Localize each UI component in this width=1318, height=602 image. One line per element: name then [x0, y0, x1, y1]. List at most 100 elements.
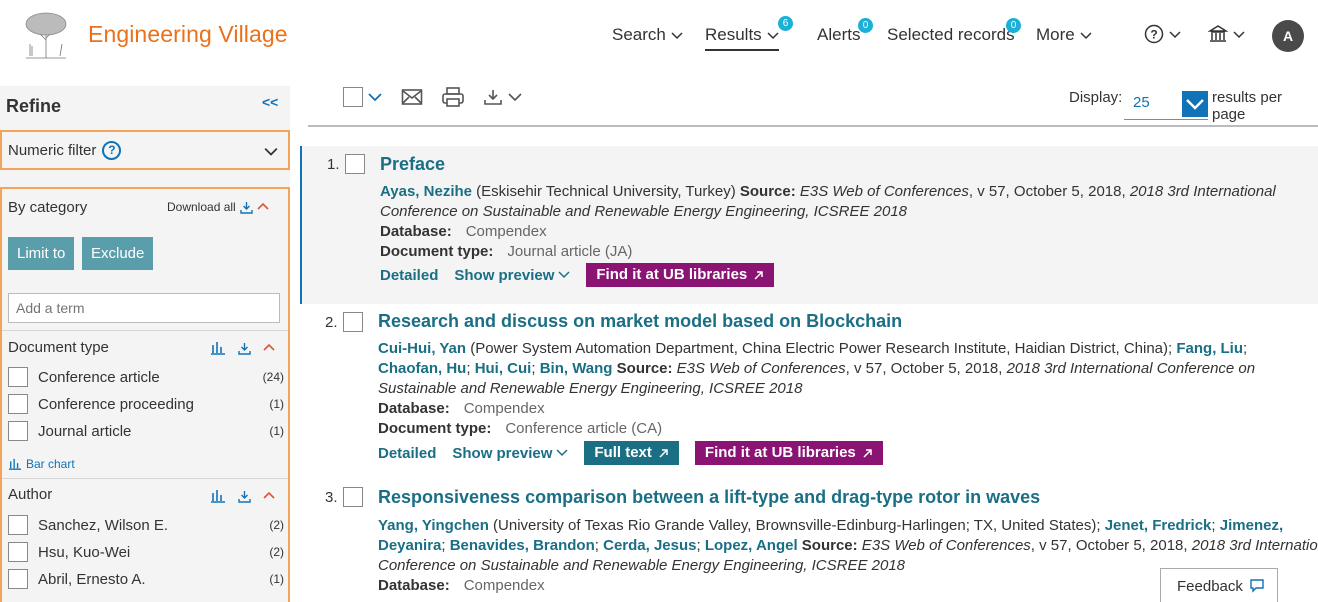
checkbox[interactable] [8, 542, 28, 562]
external-link-icon [754, 270, 763, 280]
result-title[interactable]: Responsiveness comparison between a lift… [378, 487, 1040, 508]
result-checkbox[interactable] [345, 154, 365, 174]
feedback-button[interactable]: Feedback [1160, 568, 1278, 602]
author-link[interactable]: Fang, Liu [1176, 340, 1243, 357]
nav-more[interactable]: More [1036, 25, 1092, 45]
author-link[interactable]: Cui-Hui, Yan [378, 340, 466, 357]
show-preview-link[interactable]: Show preview [454, 267, 570, 284]
help-icon[interactable]: ? [102, 141, 122, 160]
author-link[interactable]: Cerda, Jesus [603, 537, 696, 554]
author-link[interactable]: Yang, Yingchen [378, 517, 489, 534]
exclude-button[interactable]: Exclude [82, 237, 154, 270]
chevron-up-icon[interactable] [263, 490, 275, 502]
facet-option-label: Hsu, Kuo-Wei [38, 543, 131, 561]
email-icon[interactable] [401, 88, 423, 106]
help-menu[interactable]: ? [1144, 24, 1181, 44]
nav-selected-records[interactable]: Selected records [887, 25, 1015, 45]
limit-to-button[interactable]: Limit to [8, 237, 75, 270]
add-term-input[interactable] [8, 293, 280, 323]
author-link[interactable]: Ayas, Nezihe [380, 183, 472, 200]
journal-name: E3S Web of Conferences [857, 537, 1031, 554]
database-row: Database: Compendex [378, 577, 545, 594]
user-avatar[interactable]: A [1272, 20, 1304, 52]
result-item: 2. Research and discuss on market model … [300, 304, 1318, 469]
results-per-page-select[interactable]: 25 [1124, 88, 1208, 120]
result-citation-cont: Deyanira; Benavides, Brandon; Cerda, Jes… [378, 536, 1318, 556]
dropdown-button[interactable] [1182, 91, 1208, 117]
download-icon [484, 90, 502, 105]
numeric-filter-panel[interactable]: Numeric filter ? [0, 130, 290, 170]
chevron-down-icon [508, 93, 522, 102]
source-label: Source: [739, 183, 796, 200]
download-icon[interactable] [238, 490, 251, 503]
bar-chart-link[interactable]: Bar chart [8, 457, 75, 471]
download-all-link[interactable]: Download all [167, 200, 269, 214]
author-link[interactable]: Lopez, Angel [705, 537, 798, 554]
full-text-label: Full text [594, 444, 652, 461]
facet-option[interactable]: Journal article (1) [8, 420, 284, 442]
result-title[interactable]: Research and discuss on market model bas… [378, 311, 902, 332]
database-row: Database: Compendex [380, 223, 547, 240]
facet-option[interactable]: Conference proceeding (1) [8, 393, 284, 415]
elsevier-tree-logo[interactable] [18, 10, 74, 60]
affiliation: (Eskisehir Technical University, Turkey) [472, 183, 740, 200]
author-link[interactable]: Deyanira [378, 537, 441, 554]
full-text-button[interactable]: Full text [584, 441, 679, 465]
nav-results[interactable]: Results [705, 25, 779, 51]
author-link[interactable]: Bin, Wang [540, 360, 613, 377]
doctype-value: Conference article (CA) [505, 420, 663, 437]
divider [308, 125, 1318, 127]
detailed-link[interactable]: Detailed [380, 267, 438, 284]
checkbox[interactable] [8, 515, 28, 535]
select-all-checkbox[interactable] [343, 87, 363, 107]
bar-chart-icon[interactable] [210, 341, 226, 355]
find-at-library-button[interactable]: Find it at UB libraries [586, 263, 775, 287]
chevron-up-icon[interactable] [263, 342, 275, 354]
detailed-link[interactable]: Detailed [378, 445, 436, 462]
result-checkbox[interactable] [343, 487, 363, 507]
result-checkbox[interactable] [343, 312, 363, 332]
checkbox[interactable] [8, 367, 28, 387]
nav-search[interactable]: Search [612, 25, 683, 45]
result-title[interactable]: Preface [380, 154, 445, 175]
checkbox[interactable] [8, 569, 28, 589]
facet-option[interactable]: Abril, Ernesto A. (1) [8, 568, 284, 590]
author-link[interactable]: Benavides, Brandon [450, 537, 595, 554]
author-link[interactable]: Chaofan, Hu [378, 360, 466, 377]
chevron-down-icon [558, 271, 570, 279]
print-icon[interactable] [441, 86, 465, 108]
refine-sidebar: Refine << Numeric filter ? By category D… [0, 86, 290, 602]
results-count-badge: 6 [778, 16, 793, 31]
citation-details: , v 57, October 5, 2018, [845, 360, 1007, 377]
collapse-sidebar-button[interactable]: << [262, 94, 278, 110]
checkbox[interactable] [8, 421, 28, 441]
facet-option[interactable]: Conference article (24) [8, 366, 284, 388]
facet-option[interactable]: Sanchez, Wilson E. (2) [8, 514, 284, 536]
nav-alerts[interactable]: Alerts [817, 25, 860, 45]
bar-chart-icon[interactable] [210, 489, 226, 503]
institution-menu[interactable] [1208, 24, 1245, 44]
refine-title: Refine [6, 96, 62, 116]
brand-name[interactable]: Engineering Village [88, 21, 288, 48]
find-at-library-button[interactable]: Find it at UB libraries [694, 441, 883, 465]
author-link[interactable]: Hui, Cui [475, 360, 532, 377]
header: Engineering Village Search Results 6 Ale… [0, 0, 1318, 72]
selected-count-badge: 0 [1006, 18, 1021, 33]
result-number: 2. [325, 314, 338, 331]
author-link[interactable]: Jimenez, [1220, 517, 1283, 534]
doctype-row: Document type: Conference article (CA) [378, 420, 662, 437]
show-preview-label: Show preview [454, 266, 555, 284]
select-all-menu[interactable] [343, 87, 383, 107]
author-link[interactable]: Jenet, Fredrick [1105, 517, 1212, 534]
divider [2, 330, 288, 331]
facet-option[interactable]: Hsu, Kuo-Wei (2) [8, 541, 284, 563]
checkbox[interactable] [8, 394, 28, 414]
download-menu[interactable] [483, 88, 523, 106]
svg-text:?: ? [1150, 28, 1157, 42]
document-type-heading: Document type [8, 339, 109, 356]
show-preview-link[interactable]: Show preview [452, 445, 568, 462]
facet-option-label: Sanchez, Wilson E. [38, 516, 169, 534]
download-icon[interactable] [238, 342, 251, 355]
result-number: 1. [327, 156, 340, 173]
doctype-label: Document type: [380, 243, 494, 260]
